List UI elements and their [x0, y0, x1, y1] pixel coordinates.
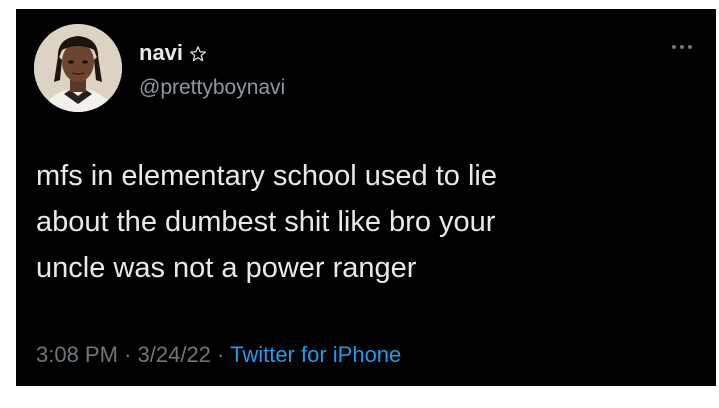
tweet-date[interactable]: 3/24/22 [138, 342, 211, 367]
ellipsis-dot [680, 45, 684, 49]
meta-separator: · [217, 342, 225, 367]
outlined-star-icon [189, 45, 207, 63]
ellipsis-dot [688, 45, 692, 49]
tweet-time[interactable]: 3:08 PM [36, 342, 118, 367]
user-handle[interactable]: @prettyboynavi [139, 75, 285, 101]
display-name[interactable]: navi [139, 40, 183, 66]
ellipsis-dot [672, 45, 676, 49]
author-name-row[interactable]: navi [139, 40, 207, 66]
ellipsis-icon[interactable] [672, 43, 696, 51]
tweet-meta: 3:08 PM · 3/24/22 · Twitter for iPhone [36, 341, 401, 369]
meta-separator: · [124, 342, 132, 367]
tweet-source-link[interactable]: Twitter for iPhone [230, 342, 401, 367]
tweet-text: mfs in elementary school used to lie abo… [36, 160, 497, 284]
tweet-card: navi @prettyboynavi mfs in elementary sc… [16, 9, 716, 386]
avatar[interactable] [34, 24, 122, 112]
profile-photo-icon [34, 24, 122, 112]
